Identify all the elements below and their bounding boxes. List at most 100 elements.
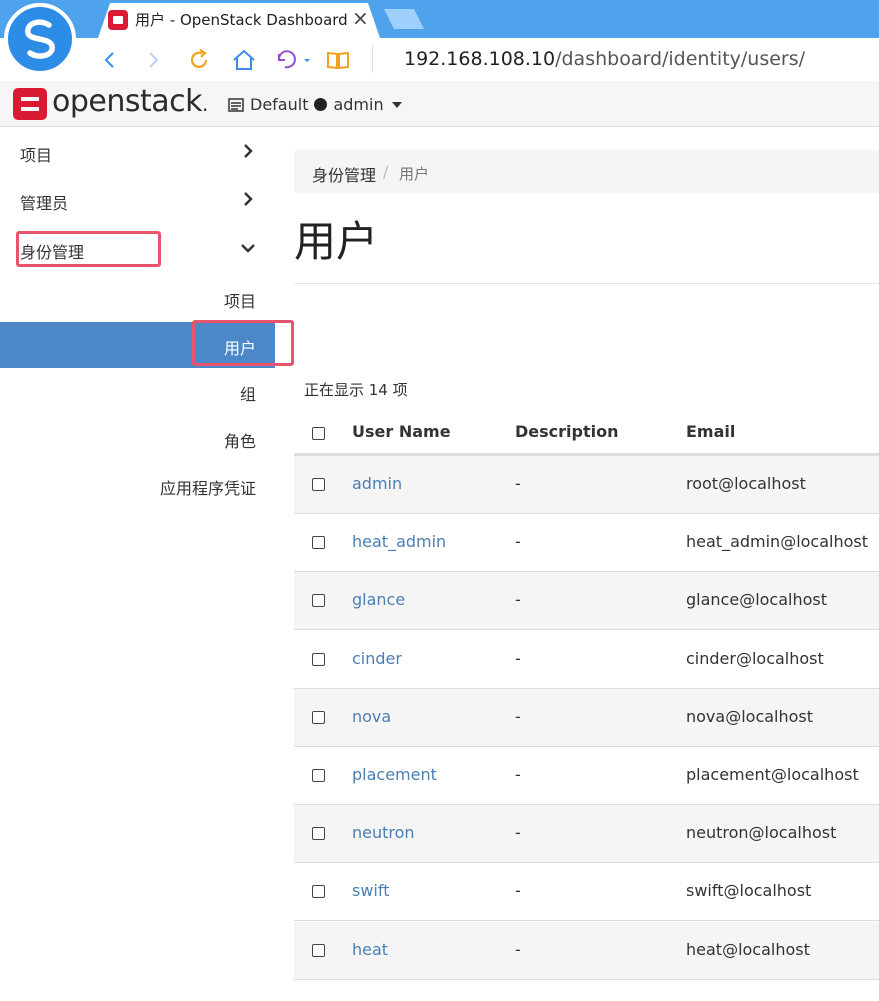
screen: 用户 - OpenStack Dashboard × 192.168.108.1… (0, 0, 879, 1001)
brand-wordmark[interactable]: openstack. (52, 84, 208, 119)
column-header-description[interactable]: Description (515, 422, 618, 441)
user-email: neutron@localhost (686, 823, 837, 843)
row-checkbox[interactable] (312, 885, 325, 899)
user-email: placement@localhost (686, 765, 859, 784)
user-description: - (515, 590, 521, 610)
breadcrumb-separator: / (383, 162, 389, 181)
row-checkbox[interactable] (312, 594, 325, 608)
user-email: cinder@localhost (686, 648, 824, 668)
title-divider (294, 283, 879, 284)
sidebar-subitem-label: 角色 (223, 432, 256, 451)
domain-list-icon (228, 97, 244, 112)
sidebar-subitem-roles[interactable]: 角色 (0, 415, 275, 461)
domain-name: Default (250, 95, 309, 114)
url-path: /dashboard/identity/users/ (555, 48, 806, 70)
table-row: cinder - cinder@localhost (294, 631, 879, 689)
chevron-right-icon (244, 144, 253, 158)
row-checkbox[interactable] (312, 769, 325, 782)
reader-icon[interactable] (325, 47, 351, 73)
browser-logo-icon (4, 3, 76, 75)
sidebar-subitem-app-credentials[interactable]: 应用程序凭证 (0, 462, 275, 508)
toolbar-divider (372, 45, 373, 73)
row-checkbox[interactable] (312, 536, 325, 550)
table-row: swift - swift@localhost (294, 863, 879, 922)
sidebar-subitem-label: 组 (239, 385, 256, 404)
user-email: root@localhost (686, 474, 806, 493)
user-description: - (515, 881, 521, 901)
close-icon[interactable]: × (352, 6, 369, 30)
user-name-link[interactable]: cinder (352, 649, 402, 668)
project-selector[interactable]: Default admin (228, 95, 402, 114)
user-email: nova@localhost (686, 706, 814, 726)
sidebar-subitem-users[interactable]: 用户 (0, 322, 275, 368)
separator-dot-icon (314, 98, 328, 111)
breadcrumb: 身份管理 / 用户 (294, 150, 879, 193)
sidebar-item-admin[interactable]: 管理员 (0, 178, 275, 222)
item-count: 正在显示 14 项 (304, 381, 408, 399)
address-bar[interactable]: 192.168.108.10/dashboard/identity/users/ (404, 48, 805, 70)
openstack-favicon-icon (108, 10, 128, 30)
sidebar-subitem-groups[interactable]: 组 (0, 368, 275, 414)
table-row: glance - glance@localhost (294, 572, 879, 631)
table-row: nova - nova@localhost (294, 688, 879, 747)
user-description: - (515, 823, 521, 843)
home-icon[interactable] (231, 47, 257, 73)
brand-name: openstack (52, 84, 203, 119)
openstack-logo-icon[interactable] (13, 88, 47, 120)
user-description: - (515, 648, 521, 668)
user-description: - (515, 532, 521, 552)
column-header-email[interactable]: Email (686, 422, 735, 441)
sidebar-item-identity[interactable]: 身份管理 (0, 227, 275, 271)
page-title: 用户 (294, 217, 379, 266)
project-name: admin (333, 95, 384, 114)
user-email: heat_admin@localhost (686, 532, 869, 552)
user-email: glance@localhost (686, 590, 828, 610)
undo-icon[interactable] (273, 47, 313, 73)
caret-down-icon (391, 101, 402, 108)
row-checkbox[interactable] (312, 710, 325, 724)
user-name-link[interactable]: neutron (352, 823, 415, 842)
user-name-link[interactable]: heat_admin (352, 532, 446, 551)
table-header: User Name Description Email (294, 410, 879, 456)
user-name-link[interactable]: placement (352, 765, 437, 784)
sidebar-subitem-label: 用户 (223, 339, 256, 358)
user-name-link[interactable]: swift (352, 881, 390, 900)
user-description: - (515, 939, 521, 959)
user-name-link[interactable]: admin (352, 474, 402, 493)
breadcrumb-current: 用户 (399, 165, 430, 183)
user-name-link[interactable]: heat (352, 940, 388, 959)
breadcrumb-identity-link[interactable]: 身份管理 (312, 162, 376, 186)
table-row: heat - heat@localhost (294, 921, 879, 980)
select-all-checkbox[interactable] (312, 427, 325, 440)
chevron-right-icon (244, 192, 253, 206)
row-checkbox[interactable] (312, 478, 325, 491)
sidebar-item-label: 管理员 (20, 194, 69, 213)
sidebar-subitem-projects[interactable]: 项目 (0, 275, 275, 321)
sidebar-subitem-label: 项目 (223, 292, 256, 311)
user-name-link[interactable]: glance (352, 590, 405, 609)
sidebar-item-label: 项目 (20, 146, 53, 165)
tab-title: 用户 - OpenStack Dashboard (135, 11, 348, 29)
row-checkbox[interactable] (312, 652, 325, 666)
user-name-link[interactable]: nova (352, 707, 391, 726)
column-header-user-name[interactable]: User Name (352, 422, 451, 441)
reload-icon[interactable] (186, 47, 212, 73)
forward-icon[interactable] (140, 47, 166, 73)
row-checkbox[interactable] (312, 827, 325, 841)
brand-mark: . (202, 92, 208, 116)
url-host: 192.168.108.10 (404, 48, 556, 70)
user-email: swift@localhost (686, 881, 812, 901)
sidebar-subitem-label: 应用程序凭证 (159, 479, 256, 498)
sidebar-item-project[interactable]: 项目 (0, 130, 275, 174)
table-row: neutron - neutron@localhost (294, 805, 879, 864)
row-checkbox[interactable] (312, 943, 325, 957)
table-row: heat_admin - heat_admin@localhost (294, 514, 879, 573)
user-description: - (515, 706, 521, 726)
table-row: placement - placement@localhost (294, 747, 879, 805)
user-description: - (515, 765, 521, 784)
table-row: admin - root@localhost (294, 456, 879, 514)
back-icon[interactable] (97, 47, 123, 73)
user-email: heat@localhost (686, 939, 810, 959)
sidebar-item-label: 身份管理 (20, 243, 85, 262)
chevron-down-icon (241, 244, 255, 253)
